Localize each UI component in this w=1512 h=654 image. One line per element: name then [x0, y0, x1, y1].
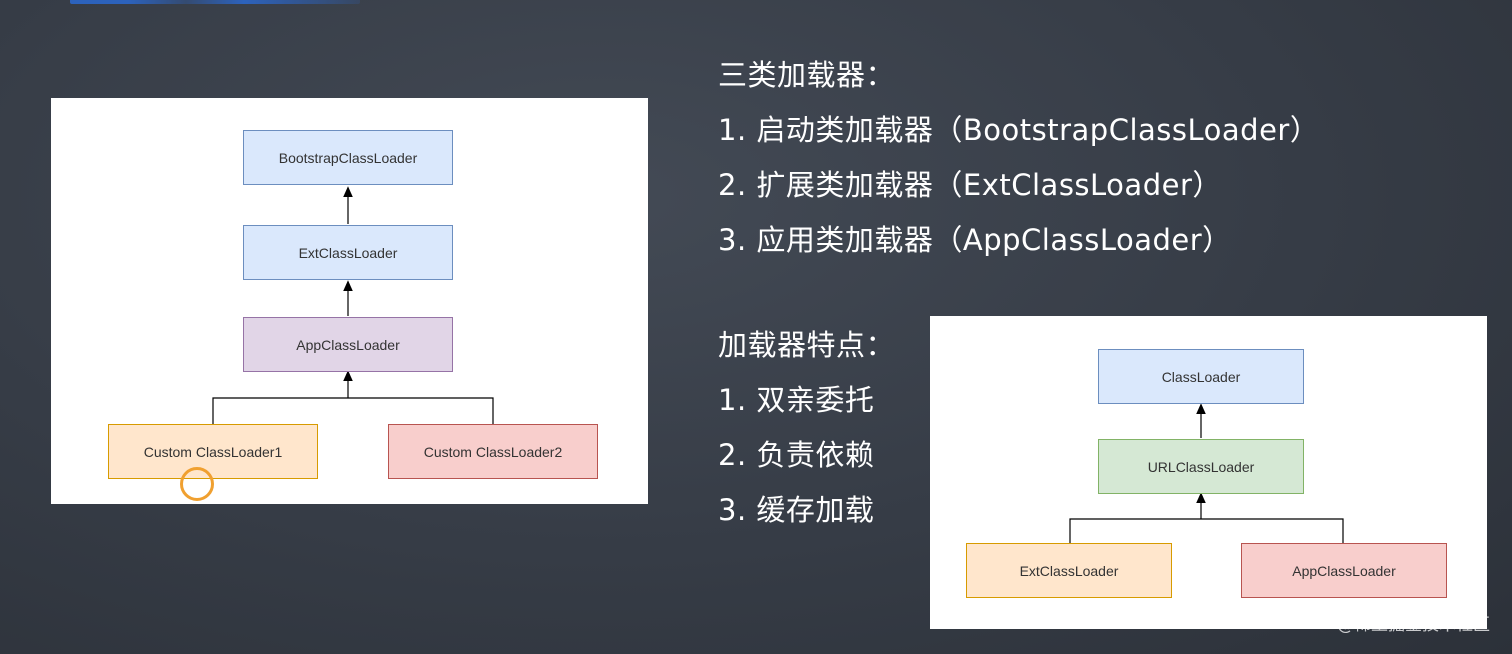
node-bootstrap-classloader: BootstrapClassLoader [243, 130, 453, 185]
loader-type-item: 2. 扩展类加载器（ExtClassLoader） [718, 168, 1222, 202]
watermark: @稀土掘金技术社区 [1337, 615, 1490, 635]
loader-feature-item: 2. 负责依赖 [718, 438, 875, 472]
node-app-classloader: AppClassLoader [243, 317, 453, 372]
edge-children-to-url [1069, 518, 1344, 543]
loader-features-heading: 加载器特点： [718, 328, 896, 362]
loader-type-item: 3. 应用类加载器（AppClassLoader） [718, 223, 1232, 257]
edge-customs-to-app [212, 397, 494, 424]
node-ext-classloader: ExtClassLoader [243, 225, 453, 280]
slide-title-bar [70, 0, 360, 4]
right-inheritance-diagram: ClassLoader URLClassLoader ExtClassLoade… [930, 316, 1487, 629]
node-app-classloader-right: AppClassLoader [1241, 543, 1447, 598]
loader-features-list: 加载器特点： 1. 双亲委托 2. 负责依赖 3. 缓存加载 [718, 318, 895, 538]
cursor-highlight-ring [180, 467, 214, 501]
loader-types-list: 三类加载器： 1. 启动类加载器（BootstrapClassLoader） 2… [718, 48, 1319, 268]
loader-type-item: 1. 启动类加载器（BootstrapClassLoader） [718, 113, 1320, 147]
loader-feature-item: 1. 双亲委托 [718, 383, 875, 417]
node-ext-classloader-right: ExtClassLoader [966, 543, 1172, 598]
loader-types-heading: 三类加载器： [718, 58, 896, 92]
node-classloader: ClassLoader [1098, 349, 1304, 404]
node-url-classloader: URLClassLoader [1098, 439, 1304, 494]
node-custom-classloader1: Custom ClassLoader1 [108, 424, 318, 479]
left-hierarchy-diagram: BootstrapClassLoader ExtClassLoader AppC… [51, 98, 648, 504]
loader-feature-item: 3. 缓存加载 [718, 493, 875, 527]
node-custom-classloader2: Custom ClassLoader2 [388, 424, 598, 479]
